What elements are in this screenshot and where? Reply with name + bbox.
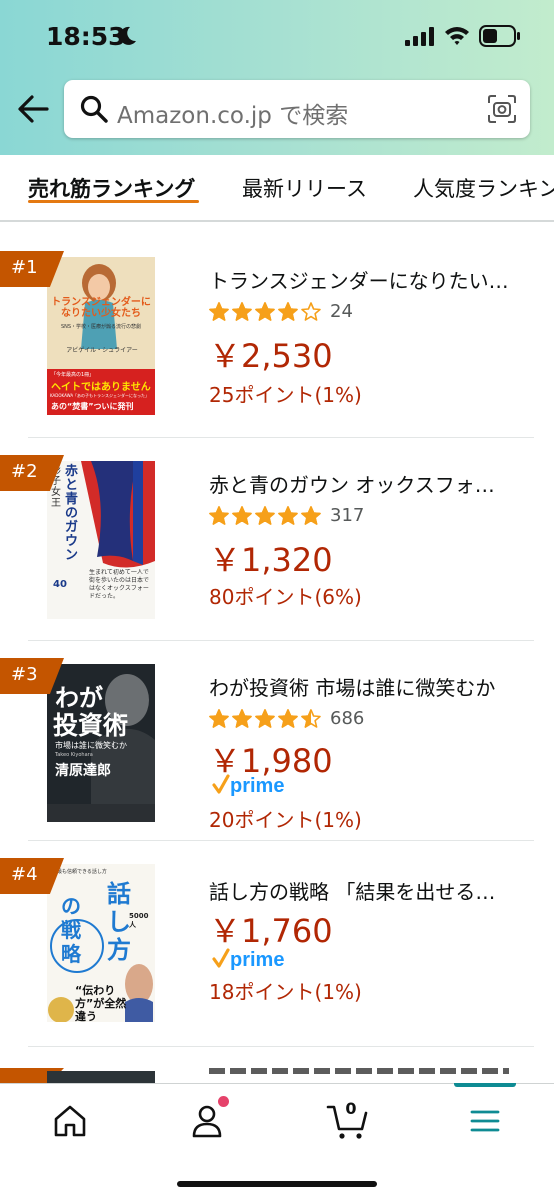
cover-band-1-line4: あの“焚書”ついに発刊 — [51, 402, 134, 411]
star-rating — [209, 709, 321, 728]
star-icon — [232, 506, 252, 525]
star-rating — [209, 302, 321, 321]
product-item-2[interactable]: 赤と青のガウン 彬子女王 40 生まれて初めて一人で街を歩いたのは日本ではなくオ… — [0, 455, 554, 655]
product-title[interactable]: 話し方の戦略 「結果を出せる… — [209, 876, 527, 905]
rank-label: #1 — [11, 257, 38, 278]
star-icon — [301, 506, 321, 525]
rank-label: #2 — [11, 461, 38, 482]
book-cover-3[interactable]: わが 投資術 市場は誰に微笑むか Takeo Kiyohara 清原達郎 — [47, 664, 155, 822]
moon-icon — [119, 26, 136, 45]
search-icon — [80, 95, 108, 123]
tabs-divider — [0, 220, 554, 222]
star-icon — [232, 302, 252, 321]
prime-label: prime — [230, 949, 284, 971]
cover-badge-4: 5000人 — [129, 912, 149, 929]
tab-movers-shakers[interactable]: 人気度ランキング — [413, 173, 554, 203]
cover-top-line-4: 最も信頼できる話し方 — [57, 869, 107, 875]
rank-label: #3 — [11, 664, 38, 685]
star-rating — [209, 506, 321, 525]
product-price: ￥2,530 — [209, 337, 333, 375]
star-icon — [232, 709, 252, 728]
cover-subtitle-1: SNS・学校・医療が煽る流行の悲劇 — [60, 324, 142, 330]
cover-band-1-line3: KADOKAWA「あの子もトランスジェンダーになった」 — [50, 393, 149, 398]
cover-tagline-4: “伝わり方”が全然違う — [75, 984, 127, 1022]
tab-new-releases[interactable]: 最新リリース — [242, 173, 367, 203]
product-points: 18ポイント(1%) — [209, 980, 362, 1004]
wifi-icon — [445, 27, 469, 45]
product-item-3[interactable]: わが 投資術 市場は誰に微笑むか Takeo Kiyohara 清原達郎 #3 … — [0, 658, 554, 858]
rating-count[interactable]: 24 — [330, 301, 353, 322]
home-icon[interactable] — [50, 1101, 90, 1141]
star-icon — [209, 302, 229, 321]
rating-count[interactable]: 317 — [330, 505, 364, 526]
signal-icon — [405, 27, 434, 46]
home-indicator — [177, 1181, 377, 1187]
star-icon — [278, 709, 298, 728]
back-arrow-icon[interactable] — [16, 92, 50, 126]
cover-blurb-2: 生まれて初めて一人で街を歩いたのは日本ではなくオックスフォードだった。 — [89, 569, 150, 600]
app-header: 18:53 Amazon.co.jp で検索 — [0, 0, 554, 155]
star-icon — [301, 709, 321, 728]
prime-label: prime — [230, 775, 284, 797]
star-icon — [301, 302, 321, 321]
item-divider — [28, 437, 534, 438]
cover-author-1: アビゲイル・シュライアー — [66, 347, 138, 354]
cover-badge-2: 40 — [53, 579, 67, 590]
account-icon[interactable] — [187, 1101, 227, 1141]
cover-title-4b: の戦略 — [61, 894, 81, 966]
rating-count[interactable]: 686 — [330, 708, 364, 729]
nav-active-indicator — [454, 1083, 516, 1087]
product-title[interactable]: 赤と青のガウン オックスフォ… — [209, 469, 527, 498]
product-item-1[interactable]: トランスジェンダーになりたい少女たち SNS・学校・医療が煽る流行の悲劇 アビゲ… — [0, 251, 554, 451]
star-icon — [255, 302, 275, 321]
product-title[interactable]: わが投資術 市場は誰に微笑むか — [209, 672, 527, 701]
search-input[interactable]: Amazon.co.jp で検索 — [64, 80, 530, 138]
prime-badge: prime — [212, 948, 284, 971]
item-divider — [28, 840, 534, 841]
notification-dot — [218, 1096, 229, 1107]
cover-title-2: 赤と青のガウン — [65, 464, 79, 563]
item-divider — [28, 1046, 534, 1047]
cover-band-1-line1: 「今年最高の1冊」 — [51, 372, 95, 378]
product-points: 25ポイント(1%) — [209, 383, 362, 407]
book-cover-4[interactable]: 最も信頼できる話し方 話し方 の戦略 5000人 “伝わり方”が全然違う — [47, 864, 155, 1022]
book-cover-1[interactable]: トランスジェンダーになりたい少女たち SNS・学校・医療が煽る流行の悲劇 アビゲ… — [47, 257, 155, 415]
menu-icon[interactable] — [465, 1101, 505, 1141]
product-item-4[interactable]: 最も信頼できる話し方 話し方 の戦略 5000人 “伝わり方”が全然違う #4 … — [0, 858, 554, 1058]
book-cover-peek[interactable] — [47, 1071, 155, 1083]
cover-title-3b: 投資術 — [53, 711, 129, 740]
item-divider — [28, 640, 534, 641]
product-points: 80ポイント(6%) — [209, 585, 362, 609]
cover-subtitle-3: 市場は誰に微笑むか — [55, 741, 127, 750]
search-placeholder: Amazon.co.jp で検索 — [117, 103, 349, 129]
cover-author-en-3: Takeo Kiyohara — [55, 752, 93, 758]
star-icon — [255, 709, 275, 728]
active-tab-indicator — [28, 200, 199, 203]
cover-title-1: トランスジェンダーになりたい少女たち — [51, 297, 151, 319]
cover-band-1-line2: ヘイトではありません — [51, 382, 151, 393]
cart-count: 0 — [345, 1099, 357, 1118]
product-title[interactable]: トランスジェンダーになりたい… — [209, 265, 527, 294]
camera-icon[interactable] — [487, 94, 517, 124]
prime-badge: prime — [212, 774, 284, 797]
product-points: 20ポイント(1%) — [209, 808, 362, 832]
status-time: 18:53 — [46, 22, 126, 51]
star-icon — [278, 506, 298, 525]
product-price: ￥1,320 — [209, 541, 333, 579]
rank-label: #4 — [11, 864, 38, 885]
star-icon — [255, 506, 275, 525]
book-cover-2[interactable]: 赤と青のガウン 彬子女王 40 生まれて初めて一人で街を歩いたのは日本ではなくオ… — [47, 461, 155, 619]
ranking-tabs: 売れ筋ランキング 最新リリース 人気度ランキング — [0, 155, 554, 222]
tab-bestsellers[interactable]: 売れ筋ランキング — [28, 173, 195, 203]
star-icon — [278, 302, 298, 321]
star-icon — [209, 506, 229, 525]
battery-icon — [479, 25, 520, 47]
product-title-peek[interactable] — [209, 1068, 509, 1083]
star-icon — [209, 709, 229, 728]
cover-author-3: 清原達郎 — [55, 763, 111, 779]
